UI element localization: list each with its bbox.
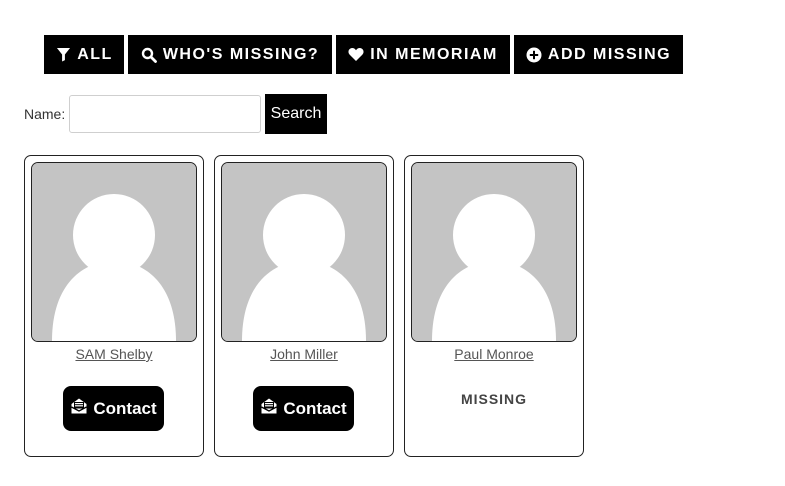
filter-memoriam-label: IN MEMORIAM	[370, 45, 498, 63]
status-badge: MISSING	[460, 391, 528, 407]
filter-all-label: ALL	[77, 45, 113, 63]
heart-icon	[348, 47, 364, 63]
plus-circle-icon	[526, 47, 542, 63]
envelope-open-icon	[260, 397, 278, 420]
person-name-link[interactable]: Paul Monroe	[405, 346, 583, 362]
contact-button[interactable]: Contact	[253, 386, 354, 431]
person-card: Paul Monroe MISSING	[404, 155, 584, 457]
contact-label: Contact	[93, 398, 157, 418]
name-input[interactable]	[69, 95, 261, 133]
add-missing-button[interactable]: ADD MISSING	[514, 35, 683, 74]
filter-all-button[interactable]: ALL	[44, 35, 124, 74]
name-label: Name:	[24, 106, 66, 122]
person-name-link[interactable]: SAM Shelby	[25, 346, 203, 362]
avatar-placeholder	[31, 162, 197, 342]
person-name-link[interactable]: John Miller	[215, 346, 393, 362]
filter-missing-label: WHO'S MISSING?	[162, 45, 320, 63]
search-button[interactable]: Search	[265, 94, 327, 134]
avatar-placeholder	[411, 162, 577, 342]
envelope-open-icon	[70, 397, 88, 420]
contact-label: Contact	[283, 398, 347, 418]
filter-memoriam-button[interactable]: IN MEMORIAM	[336, 35, 510, 74]
search-icon	[141, 47, 157, 63]
add-missing-label: ADD MISSING	[547, 45, 672, 63]
filter-missing-button[interactable]: WHO'S MISSING?	[128, 35, 332, 74]
avatar-placeholder	[221, 162, 387, 342]
person-card: John Miller Contact	[214, 155, 394, 457]
person-card: SAM Shelby Contact	[24, 155, 204, 457]
filter-icon	[55, 47, 71, 63]
contact-button[interactable]: Contact	[63, 386, 164, 431]
